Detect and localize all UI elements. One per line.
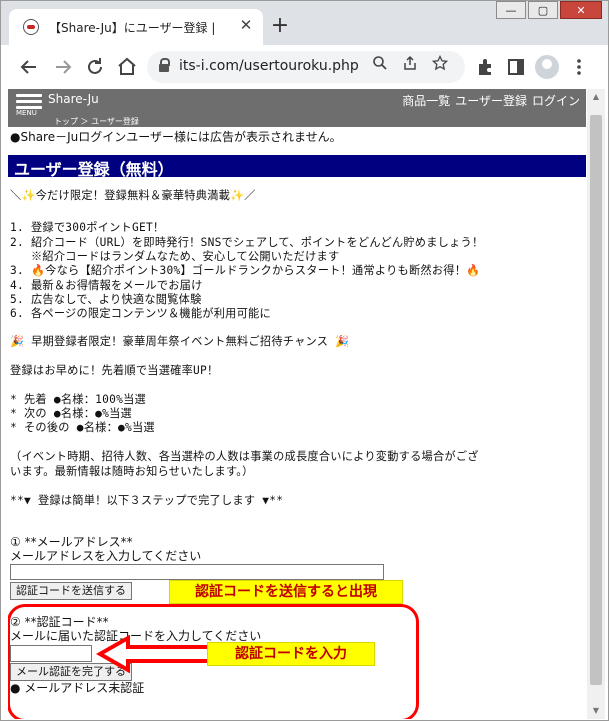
breadcrumb[interactable]: トップ ＞ ユーザー登録 — [54, 116, 139, 127]
site-header: MENU Share-Ju トップ ＞ ユーザー登録 商品一覧 ユーザー登録 ログイ… — [8, 89, 586, 127]
scroll-down-icon[interactable]: ▼ — [587, 703, 605, 719]
share-icon[interactable] — [399, 55, 421, 77]
scroll-thumb[interactable] — [590, 115, 602, 685]
tab-title: 【Share-Ju】にユーザー登録 | — [49, 21, 216, 35]
nav-login-link[interactable]: ログイン — [532, 94, 580, 108]
star-icon[interactable] — [429, 54, 451, 77]
page-scrollbar[interactable]: ▲ ▼ — [587, 89, 605, 719]
nav-register-link[interactable]: ユーザー登録 — [455, 94, 527, 108]
url-text[interactable]: its-i.com/usertouroku.php — [179, 58, 359, 74]
red-arrow-icon — [96, 635, 212, 673]
tab-close-icon[interactable]: ✕ — [237, 16, 255, 34]
steps-heading: **▼ 登録は簡単！以下３ステップで完了します ▼** — [10, 494, 284, 507]
page-heading-bar: ユーザー登録（無料） — [8, 155, 586, 179]
benefit-1: 1. 登録で300ポイントGET！ — [10, 221, 165, 234]
site-favicon-icon — [23, 19, 39, 35]
lottery-tier-3: * その後の ●名様：●%当選 — [10, 421, 155, 434]
kebab-menu-icon[interactable] — [567, 55, 591, 79]
benefit-6: 6. 各ページの限定コンテンツ＆機能が利用可能に — [10, 307, 271, 320]
page-content: MENU Share-Ju トップ ＞ ユーザー登録 商品一覧 ユーザー登録 ログイ… — [8, 89, 586, 719]
ad-notice: ●Share－Juログインユーザー様には広告が表示されません。 — [10, 130, 342, 144]
home-icon[interactable] — [115, 55, 139, 79]
profile-icon[interactable] — [535, 55, 559, 79]
maximize-button[interactable]: ▢ — [528, 1, 558, 19]
site-brand[interactable]: Share-Ju — [48, 92, 99, 106]
promo-headline: ＼✨今だけ限定！登録無料＆豪華特典満載✨／ — [10, 189, 256, 202]
browser-window: 【Share-Ju】にユーザー登録 | ✕ + — ▢ ✕ its-i.com/… — [0, 0, 609, 721]
tab-strip: 【Share-Ju】にユーザー登録 | ✕ + — ▢ ✕ — [1, 1, 608, 45]
site-nav: 商品一覧 ユーザー登録 ログイン — [397, 92, 580, 109]
menu-label[interactable]: MENU — [16, 109, 37, 117]
zoom-icon[interactable] — [369, 55, 391, 77]
minimize-button[interactable]: — — [496, 1, 526, 19]
callout-enter-label: 認証コードを入力 — [207, 642, 375, 666]
sidepanel-icon[interactable] — [504, 55, 528, 79]
callout-appear-label: 認証コードを送信すると出現 — [169, 580, 403, 604]
event-invite: 🎉 早期登録者限定！豪華周年祭イベント無料ご招待チャンス 🎉 — [10, 335, 350, 348]
active-tab[interactable]: 【Share-Ju】にユーザー登録 | ✕ — [9, 9, 263, 45]
step1-hint: メールアドレスを入力してください — [10, 549, 202, 563]
back-arrow-icon[interactable] — [17, 55, 41, 79]
reload-icon[interactable] — [83, 55, 107, 79]
page-title: ユーザー登録（無料） — [14, 160, 174, 179]
extensions-icon[interactable] — [473, 55, 497, 79]
browser-toolbar: its-i.com/usertouroku.php — [1, 45, 608, 89]
event-disclaimer-1: （イベント時期、招待人数、各当選枠の人数は事業の成長度合いにより変動する場合がご… — [10, 450, 479, 463]
nav-products-link[interactable]: 商品一覧 — [402, 94, 450, 108]
scroll-up-icon[interactable]: ▲ — [587, 89, 605, 105]
send-code-button[interactable]: 認証コードを送信する — [10, 582, 132, 600]
close-window-button[interactable]: ✕ — [560, 1, 602, 19]
address-bar[interactable]: its-i.com/usertouroku.php — [147, 51, 465, 83]
forward-arrow-icon[interactable] — [51, 55, 75, 79]
new-tab-button[interactable]: + — [267, 14, 293, 40]
early-register-note: 登録はお早めに！先着順で当選確率UP！ — [10, 364, 219, 377]
email-input[interactable] — [10, 564, 384, 580]
benefit-3: 3. 🔥今なら【紹介ポイント30%】ゴールドランクからスタート！通常よりも断然お… — [10, 264, 481, 277]
event-disclaimer-2: います。最新情報は随時お知らせいたします。） — [10, 465, 254, 478]
lock-icon[interactable] — [159, 58, 170, 72]
window-controls: — ▢ ✕ — [494, 1, 602, 23]
